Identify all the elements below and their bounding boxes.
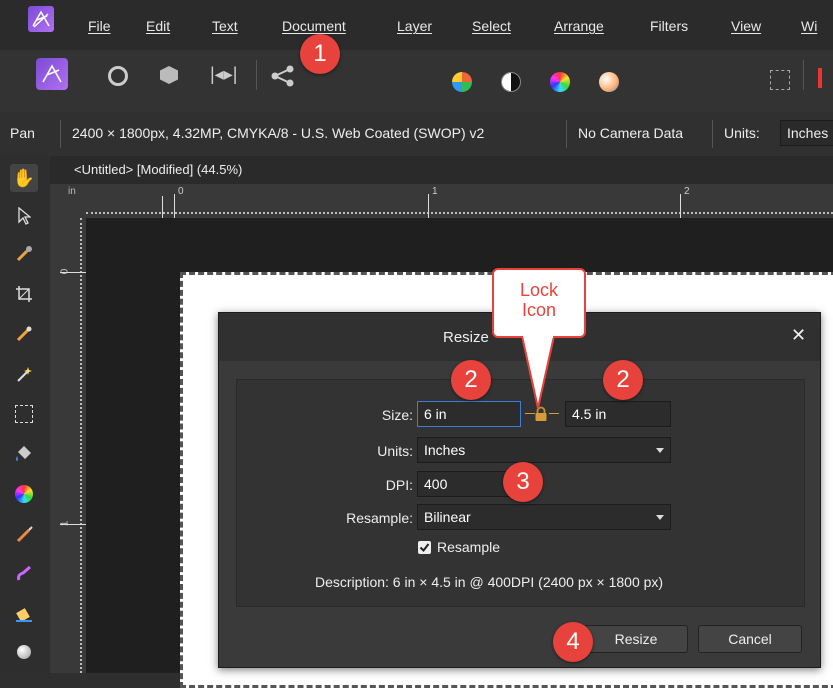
dpi-field[interactable]: 400 (417, 471, 511, 497)
left-ruler: 0 1 (50, 218, 86, 673)
units-dropdown[interactable]: Inches (417, 437, 671, 463)
color-replacement-brush-icon[interactable] (10, 560, 38, 588)
dpi-label: DPI: (385, 477, 413, 493)
chevron-down-icon (656, 448, 664, 453)
selection-rect-icon[interactable] (770, 70, 790, 90)
menu-edit[interactable]: Edit (146, 18, 170, 34)
levels-icon[interactable] (452, 72, 472, 92)
lock-icon-callout: Lock Icon (492, 268, 586, 338)
annotation-badge-4: 4 (553, 622, 593, 662)
ruler-tick-label: 2 (684, 186, 690, 197)
color-wheel-icon[interactable] (10, 480, 38, 508)
annotation-badge-3: 3 (503, 462, 543, 502)
callout-line: Lock (519, 280, 559, 300)
cancel-button[interactable]: Cancel (698, 625, 802, 653)
annotation-badge-1: 1 (300, 34, 340, 74)
menu-select[interactable]: Select (472, 18, 511, 34)
context-toolbar: Pan 2400 × 1800px, 4.32MP, CMYKA/8 - U.S… (0, 112, 833, 157)
black-white-icon[interactable] (501, 72, 521, 92)
resize-description: Description: 6 in × 4.5 in @ 400DPI (240… (315, 574, 664, 590)
white-balance-icon[interactable] (599, 72, 619, 92)
marquee-tool-icon[interactable] (10, 400, 38, 428)
callout-line: Icon (521, 300, 557, 320)
document-info: 2400 × 1800px, 4.32MP, CMYKA/8 - U.S. We… (72, 125, 485, 141)
width-field[interactable]: 6 in (417, 401, 521, 427)
photo-persona-icon[interactable] (36, 58, 68, 90)
close-icon[interactable]: ✕ (791, 325, 806, 346)
dialog-title: Resize (443, 329, 489, 346)
menu-text[interactable]: Text (212, 18, 238, 34)
tone-mapping-persona-icon[interactable]: |◂▸| (210, 64, 237, 85)
callout-pointer (521, 334, 555, 409)
resample-checkbox[interactable] (418, 541, 431, 554)
color-picker-tool-icon[interactable] (10, 240, 38, 268)
liquify-persona-icon[interactable] (108, 66, 128, 86)
camera-data-label: No Camera Data (578, 125, 684, 141)
menu-file[interactable]: File (88, 18, 111, 34)
units-dropdown[interactable]: Inches (780, 120, 833, 146)
units-value: Inches (424, 442, 466, 458)
ruler-unit-label: in (68, 186, 76, 197)
top-ruler: in 0 1 2 (50, 184, 833, 218)
flood-select-tool-icon[interactable] (10, 360, 38, 388)
selection-brush-tool-icon[interactable] (10, 320, 38, 348)
menu-arrange[interactable]: Arrange (554, 18, 604, 34)
menu-window[interactable]: Wi (801, 18, 817, 34)
chevron-down-icon (656, 515, 664, 520)
resize-button[interactable]: Resize (584, 625, 688, 653)
clone-brush-tool-icon[interactable] (10, 600, 38, 628)
menu-bar: File Edit Text Document Layer Select Arr… (0, 0, 833, 50)
annotation-badge-2-height: 2 (603, 360, 643, 400)
units-label: Units: (377, 443, 413, 459)
menu-view[interactable]: View (731, 18, 761, 34)
paint-brush-tool-icon[interactable] (10, 520, 38, 548)
current-tool-label: Pan (10, 125, 35, 141)
crop-tool-icon[interactable] (10, 280, 38, 308)
size-label: Size: (381, 407, 413, 423)
units-label: Units: (724, 125, 760, 141)
menu-document[interactable]: Document (282, 18, 346, 34)
quick-mask-icon[interactable] (818, 68, 822, 88)
resample-method-value: Bilinear (424, 509, 471, 525)
affinity-photo-logo-icon (28, 6, 54, 32)
menu-layer[interactable]: Layer (397, 18, 432, 34)
annotation-badge-2-width: 2 (451, 360, 491, 400)
document-tab[interactable]: <Untitled> [Modified] (44.5%) (50, 156, 833, 184)
export-persona-icon[interactable] (270, 64, 296, 93)
hand-tool-icon[interactable]: ✋ (10, 164, 38, 192)
ruler-tick-label: 0 (178, 186, 184, 197)
blur-brush-tool-icon[interactable] (10, 638, 38, 666)
menu-filters[interactable]: Filters (650, 18, 688, 34)
resample-checkbox-label[interactable]: Resample (437, 539, 500, 555)
resample-method-dropdown[interactable]: Bilinear (417, 504, 671, 530)
height-field[interactable]: 4.5 in (565, 401, 671, 427)
resample-method-label: Resample: (346, 510, 413, 526)
hsl-icon[interactable] (550, 72, 570, 92)
document-title: <Untitled> [Modified] (44.5%) (74, 162, 243, 177)
move-tool-icon[interactable] (10, 202, 38, 230)
ruler-tick-label: 1 (432, 186, 438, 197)
fill-tool-icon[interactable] (10, 440, 38, 468)
